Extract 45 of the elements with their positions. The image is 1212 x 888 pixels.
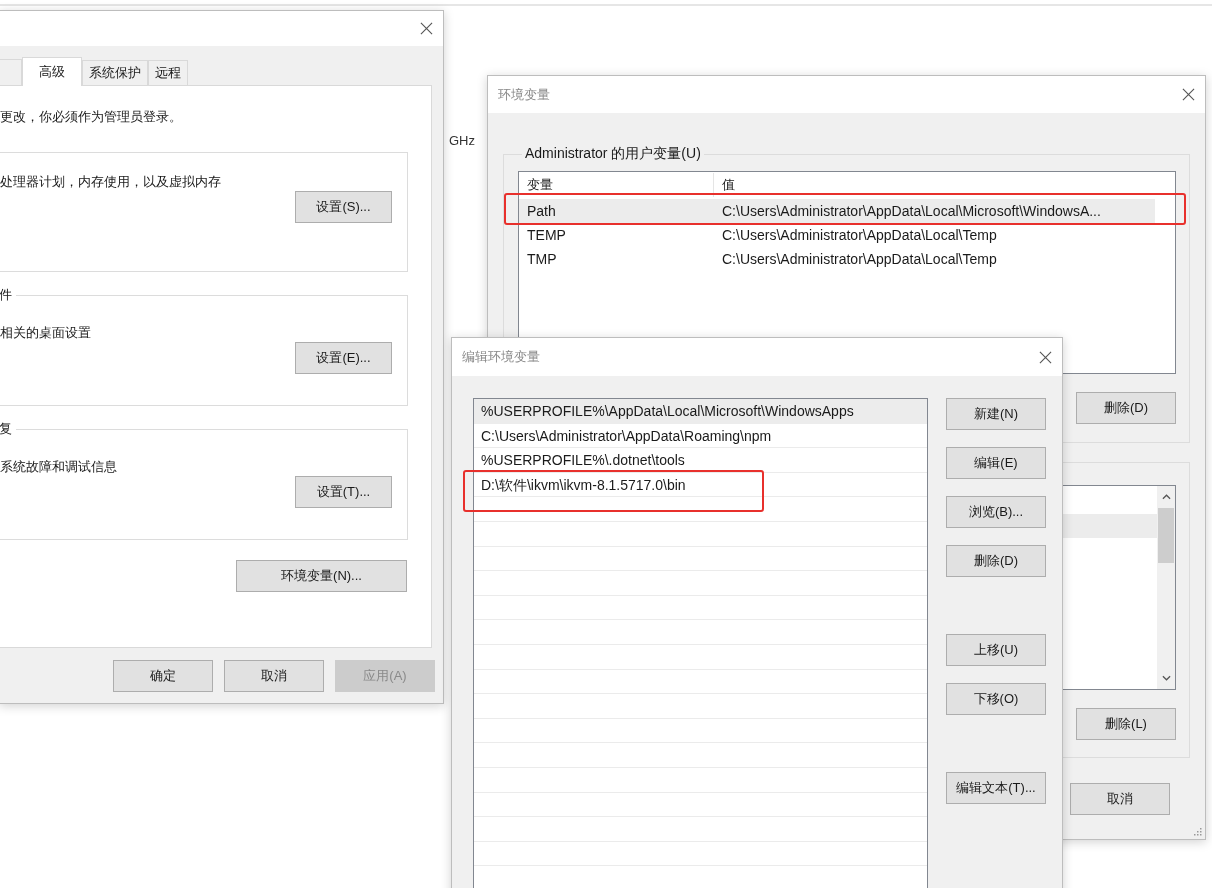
tab[interactable]: 高级 bbox=[22, 57, 82, 86]
settings-button[interactable]: 设置(E)... bbox=[295, 342, 392, 374]
cancel-button[interactable]: 取消 bbox=[1070, 783, 1170, 815]
tab[interactable]: 远程 bbox=[148, 60, 188, 85]
path-entry[interactable]: %USERPROFILE%\.dotnet\tools bbox=[474, 448, 927, 473]
dialog-button[interactable]: 下移(O) bbox=[946, 683, 1046, 715]
resize-grip-icon[interactable] bbox=[1194, 828, 1202, 836]
column-header[interactable]: 值 bbox=[714, 173, 735, 197]
settings-button[interactable]: 设置(T)... bbox=[295, 476, 392, 508]
dialog-button[interactable]: 新建(N) bbox=[946, 398, 1046, 430]
dialog-button[interactable]: 删除(D) bbox=[946, 545, 1046, 577]
column-header[interactable]: 变量 bbox=[519, 173, 714, 197]
path-entry[interactable]: %USERPROFILE%\AppData\Local\Microsoft\WindowsApps bbox=[474, 399, 927, 424]
variable-row[interactable]: TEMP C:\Users\Administrator\AppData\Local\Temp bbox=[519, 223, 1155, 247]
scroll-thumb[interactable] bbox=[1158, 508, 1174, 563]
tab[interactable]: 系统保护 bbox=[82, 60, 148, 85]
delete-button[interactable]: 删除(L) bbox=[1076, 708, 1176, 740]
dialog-button[interactable]: 编辑文本(T)... bbox=[946, 772, 1046, 804]
close-icon[interactable] bbox=[1039, 350, 1052, 364]
window-title: 编辑环境变量 bbox=[462, 348, 540, 366]
spec-text: GHz bbox=[449, 133, 475, 148]
variable-row[interactable]: Path C:\Users\Administrator\AppData\Local\Microsoft\WindowsA... bbox=[519, 199, 1155, 223]
dialog-button[interactable]: 取消 bbox=[224, 660, 324, 692]
variable-row[interactable]: TMP C:\Users\Administrator\AppData\Local\Temp bbox=[519, 247, 1155, 271]
close-icon[interactable] bbox=[420, 22, 433, 35]
scrollbar[interactable] bbox=[1157, 486, 1175, 689]
group-description: 相关的桌面设置 bbox=[0, 324, 92, 342]
group-description: 处理器计划，内存使用，以及虚拟内存 bbox=[0, 173, 222, 191]
close-icon[interactable] bbox=[1182, 88, 1195, 101]
group-title: 复 bbox=[0, 420, 13, 438]
group-title: Administrator 的用户变量(U) bbox=[524, 145, 702, 163]
dialog-button[interactable]: 浏览(B)... bbox=[946, 496, 1046, 528]
delete-button[interactable]: 删除(D) bbox=[1076, 392, 1176, 424]
dialog-button[interactable]: 确定 bbox=[113, 660, 213, 692]
notice-text: 更改，你必须作为管理员登录。 bbox=[0, 108, 183, 126]
environment-variables-button[interactable]: 环境变量(N)... bbox=[236, 560, 407, 592]
scroll-up-icon[interactable] bbox=[1161, 494, 1171, 500]
path-entry[interactable]: C:\Users\Administrator\AppData\Roaming\npm bbox=[474, 423, 927, 449]
group-description: 系统故障和调试信息 bbox=[0, 458, 118, 476]
dialog-button[interactable]: 编辑(E) bbox=[946, 447, 1046, 479]
path-entry[interactable]: D:\软件\ikvm\ikvm-8.1.5717.0\bin bbox=[474, 472, 927, 498]
window-title: 环境变量 bbox=[498, 85, 550, 104]
scroll-down-icon[interactable] bbox=[1161, 675, 1171, 681]
dialog-button[interactable]: 上移(U) bbox=[946, 634, 1046, 666]
settings-button[interactable]: 设置(S)... bbox=[295, 191, 392, 223]
